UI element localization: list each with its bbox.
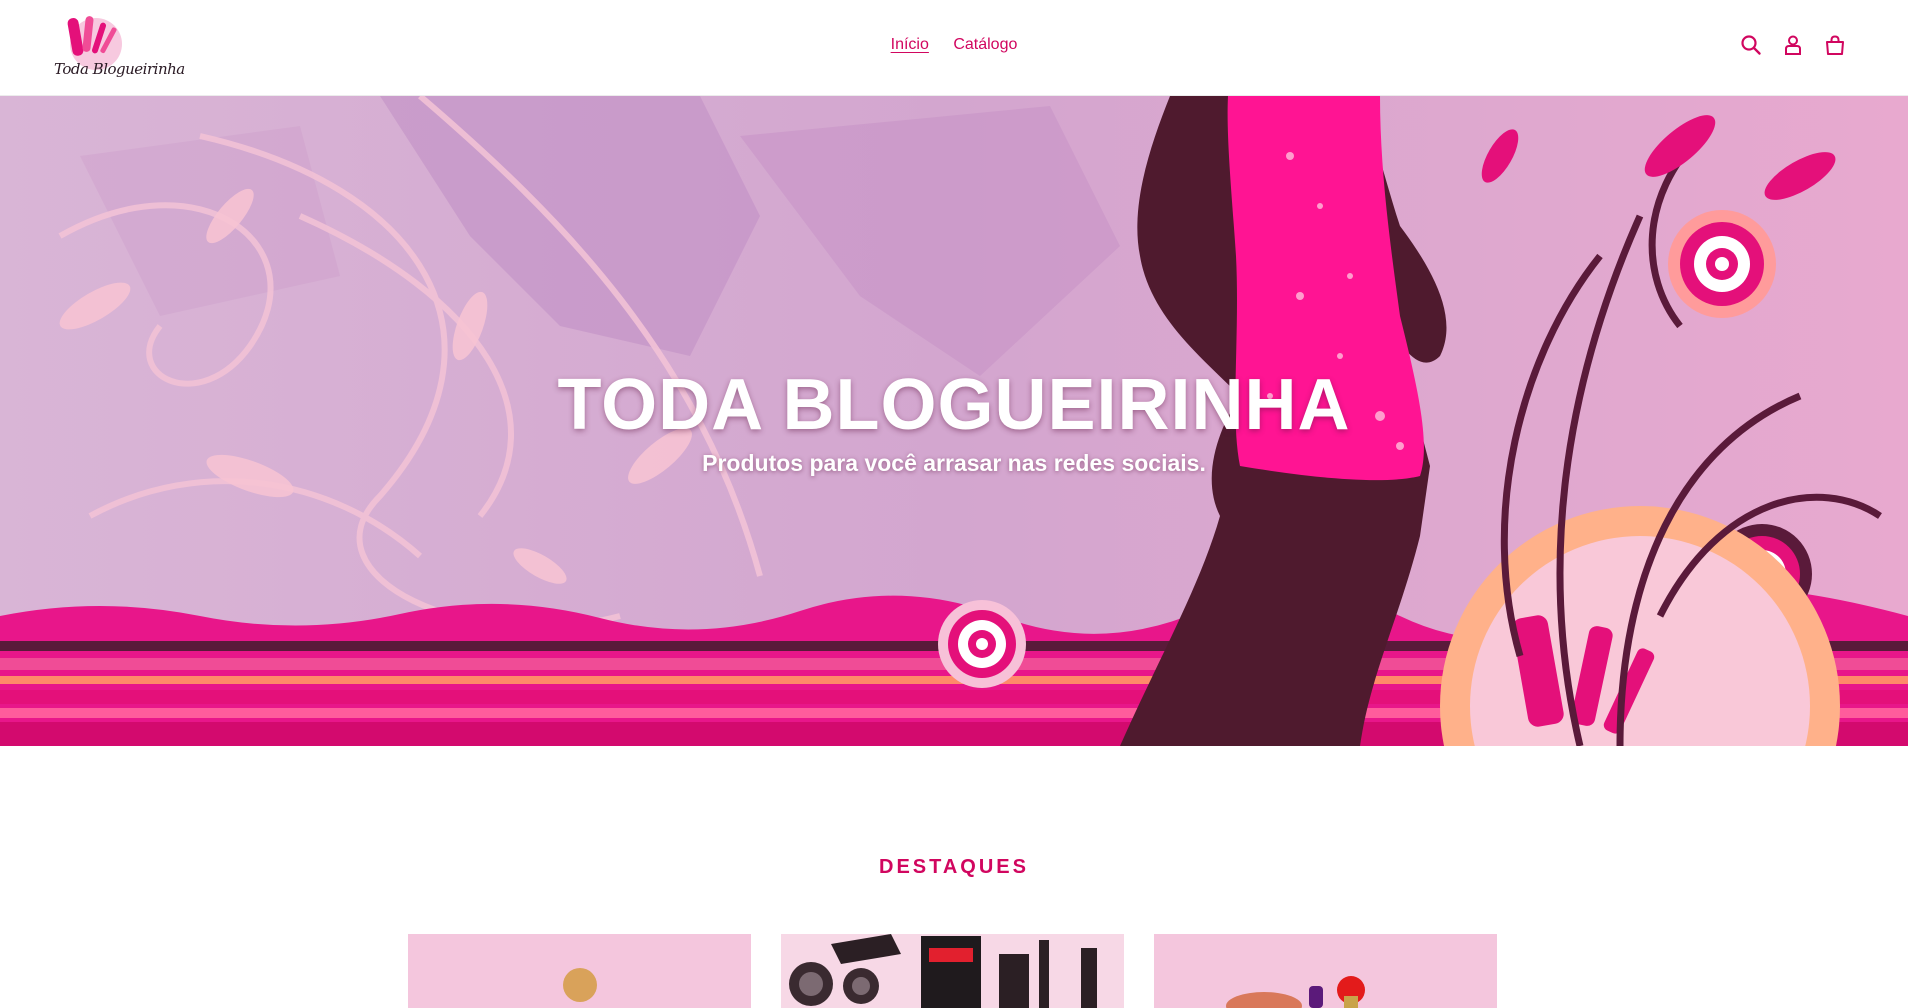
account-icon (1785, 35, 1801, 55)
makeup-sponge-image (408, 934, 751, 1008)
hero-title: TODA BLOGUEIRINHA (557, 365, 1351, 445)
search-icon (1741, 35, 1761, 55)
site-header: Toda Blogueirinha Início Catálogo (0, 0, 1908, 96)
page: Toda Blogueirinha Início Catálogo TODA B… (0, 0, 1908, 1008)
featured-products-grid (408, 934, 1497, 1008)
phone-lens-kit-image (781, 934, 1124, 1008)
makeup-products-image (1154, 934, 1497, 1008)
featured-section-title: DESTAQUES (879, 856, 1029, 878)
cart-icon (1826, 35, 1844, 55)
hero-subtitle: Produtos para você arrasar nas redes soc… (702, 450, 1206, 476)
header-actions (1740, 34, 1846, 56)
product-card[interactable] (781, 934, 1124, 1008)
main-nav: Início Catálogo (0, 36, 1908, 54)
search-button[interactable] (1740, 34, 1762, 56)
cart-button[interactable] (1824, 34, 1846, 56)
product-card[interactable] (1154, 934, 1497, 1008)
hero-banner: TODA BLOGUEIRINHA Produtos para você arr… (0, 96, 1908, 746)
nav-link-catalogo[interactable]: Catálogo (953, 36, 1017, 53)
product-card[interactable] (408, 934, 751, 1008)
account-button[interactable] (1782, 34, 1804, 56)
logo-text: Toda Blogueirinha (54, 60, 185, 78)
nav-link-inicio[interactable]: Início (891, 36, 929, 53)
